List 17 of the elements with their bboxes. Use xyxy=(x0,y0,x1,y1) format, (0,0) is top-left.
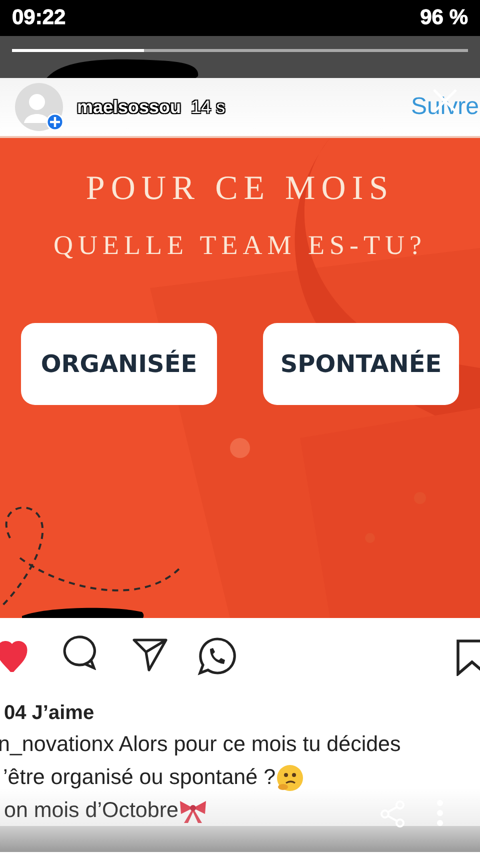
whatsapp-icon[interactable] xyxy=(197,636,237,676)
option-button[interactable]: SPONTANÉE xyxy=(263,323,459,405)
username[interactable]: maelsossou xyxy=(77,96,182,118)
battery-level: 96 % xyxy=(420,6,468,30)
caption-text: on mois d’Octobre xyxy=(4,798,178,823)
bookmark-icon[interactable] xyxy=(456,638,480,676)
likes-count[interactable]: 04 J’aime xyxy=(4,698,480,728)
post-title: POUR CE MOIS xyxy=(86,170,394,208)
post-subtitle: QUELLE TEAM ES-TU? xyxy=(54,230,426,261)
send-icon[interactable] xyxy=(132,636,168,672)
caption-text: ’être organisé ou spontané ? xyxy=(3,765,276,790)
thinking-face-icon xyxy=(276,764,304,792)
status-time: 09:22 xyxy=(12,6,66,30)
heart-icon[interactable] xyxy=(0,640,28,672)
option-button[interactable]: ORGANISÉE xyxy=(21,323,217,405)
avatar-icon[interactable] xyxy=(15,83,63,131)
story-age: 14 s xyxy=(191,96,226,118)
